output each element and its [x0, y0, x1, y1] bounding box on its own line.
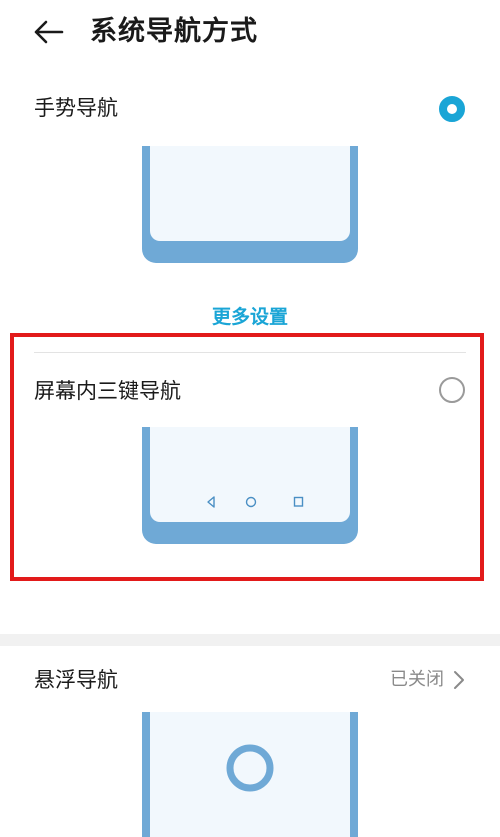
floating-nav-status[interactable]: 已关闭	[390, 666, 444, 694]
app-header: 系统导航方式	[0, 0, 500, 66]
navigation-settings-page: 系统导航方式 手势导航 更多设置 屏幕内三键导航 悬浮导航 已关闭	[0, 0, 500, 837]
gesture-nav-label[interactable]: 手势导航	[34, 93, 118, 123]
section-separator	[0, 634, 500, 646]
floating-ball-icon	[226, 744, 274, 792]
page-title: 系统导航方式	[90, 16, 258, 47]
highlight-box	[10, 333, 484, 581]
floating-nav-preview-screen	[150, 712, 350, 837]
gesture-nav-preview-screen	[150, 146, 350, 241]
gesture-nav-preview	[142, 146, 358, 263]
floating-nav-preview	[142, 712, 358, 837]
floating-nav-label[interactable]: 悬浮导航	[34, 665, 118, 695]
more-settings-link[interactable]: 更多设置	[0, 303, 500, 331]
gesture-nav-radio[interactable]	[439, 96, 465, 122]
chevron-right-icon[interactable]	[452, 670, 466, 690]
back-arrow-icon[interactable]	[34, 19, 64, 45]
